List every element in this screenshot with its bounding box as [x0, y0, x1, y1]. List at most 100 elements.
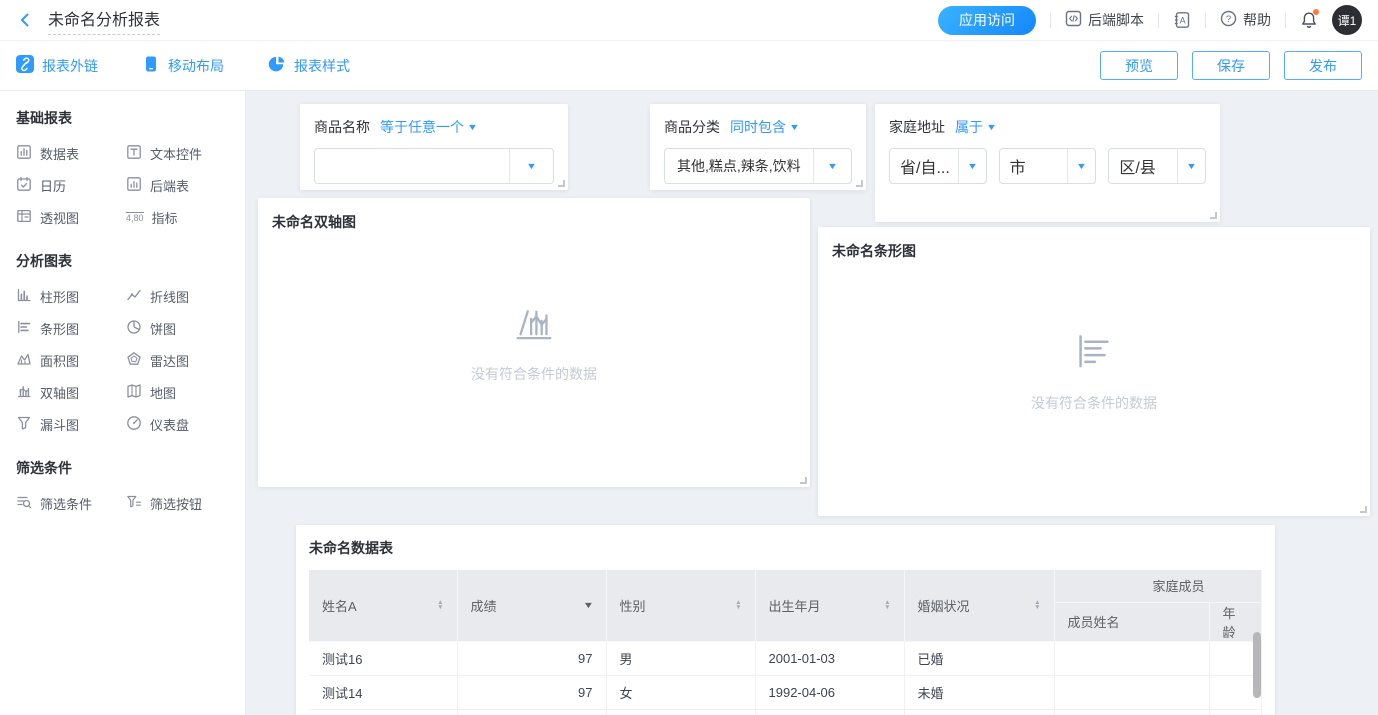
table-title: 未命名数据表 — [309, 538, 1262, 558]
chevron-down-icon: ▼ — [526, 161, 537, 171]
sidebar-item-map-chart[interactable]: 地图 — [126, 383, 235, 402]
chart-title: 未命名条形图 — [832, 241, 1356, 261]
publish-button[interactable]: 发布 — [1284, 51, 1362, 80]
divider — [1205, 13, 1206, 28]
sidebar-item-pivot[interactable]: 透视图 — [16, 208, 126, 227]
dual-axis-chart-widget[interactable]: 未命名双轴图 没有符合条件的数据 — [258, 198, 810, 487]
tab-mobile-layout[interactable]: 移动布局 — [142, 55, 224, 76]
sort-icon[interactable]: ▲▼ — [735, 600, 741, 610]
sidebar-item-filter-button[interactable]: 筛选按钮 — [126, 494, 235, 513]
report-title[interactable]: 未命名分析报表 — [48, 6, 160, 35]
sidebar-item-pie-chart[interactable]: 饼图 — [126, 319, 235, 338]
empty-text: 没有符合条件的数据 — [818, 392, 1370, 412]
filter-widget-product-category[interactable]: 商品分类 同时包含▼ 其他,糕点,辣条,饮料 ▼ — [650, 104, 866, 190]
sidebar-item-data-table[interactable]: 数据表 — [16, 144, 126, 163]
filter-widget-product-name[interactable]: 商品名称 等于任意一个▼ ▼ — [300, 104, 568, 190]
sidebar-item-funnel-chart[interactable]: 漏斗图 — [16, 415, 126, 434]
city-select[interactable]: 市 ▼ — [999, 148, 1097, 184]
mobile-layout-icon — [142, 55, 160, 76]
sort-icon[interactable]: ▲▼ — [884, 600, 890, 610]
preview-button[interactable]: 预览 — [1100, 51, 1178, 80]
avatar[interactable]: 谭1 — [1332, 5, 1362, 35]
chevron-down-icon: ▼ — [1076, 161, 1087, 171]
data-table-icon — [16, 144, 32, 163]
column-header-birth[interactable]: 出生年月▲▼ — [755, 570, 904, 641]
sidebar-item-line-chart[interactable]: 折线图 — [126, 287, 235, 306]
filter-label: 商品名称 — [314, 117, 370, 137]
funnel-chart-icon — [16, 415, 32, 434]
sidebar-item-gauge-chart[interactable]: 仪表盘 — [126, 415, 235, 434]
section-title-charts: 分析图表 — [16, 251, 235, 271]
filter-label: 商品分类 — [664, 117, 720, 137]
help-button[interactable]: ? 帮助 — [1220, 10, 1271, 30]
filter-condition-dropdown[interactable]: 等于任意一个▼ — [380, 117, 477, 137]
column-header-marital[interactable]: 婚姻状况▲▼ — [904, 570, 1054, 641]
product-name-select[interactable]: ▼ — [314, 148, 554, 184]
external-link-icon — [16, 55, 34, 76]
sidebar-item-area-chart[interactable]: 面积图 — [16, 351, 126, 370]
section-title-filters: 筛选条件 — [16, 458, 235, 478]
metric-icon: 4,80 — [126, 212, 144, 224]
contacts-icon[interactable]: A — [1173, 11, 1191, 29]
divider — [1158, 13, 1159, 28]
resize-handle[interactable] — [1210, 212, 1217, 219]
column-header-member-name[interactable]: 成员姓名 — [1054, 602, 1209, 641]
pivot-table-icon — [16, 208, 32, 227]
sidebar-item-filter-condition[interactable]: 筛选条件 — [16, 494, 126, 513]
svg-text:A: A — [1180, 15, 1186, 25]
sort-icon[interactable]: ▲▼ — [1034, 600, 1040, 610]
report-designer: 未命名分析报表 应用访问 后端脚本 A ? 帮助 — [0, 0, 1378, 715]
chevron-down-icon: ▼ — [467, 122, 478, 132]
radar-chart-icon — [126, 351, 142, 370]
product-category-select[interactable]: 其他,糕点,辣条,饮料 ▼ — [664, 148, 852, 184]
backend-script-button[interactable]: 后端脚本 — [1065, 10, 1144, 30]
sort-desc-icon[interactable]: ▼ — [582, 600, 594, 610]
save-button[interactable]: 保存 — [1192, 51, 1270, 80]
sidebar-item-text-widget[interactable]: 文本控件 — [126, 144, 235, 163]
gauge-chart-icon — [126, 415, 142, 434]
chart-title: 未命名双轴图 — [272, 212, 796, 232]
app-access-button[interactable]: 应用访问 — [938, 6, 1036, 35]
sidebar-item-bar-chart[interactable]: 条形图 — [16, 319, 126, 338]
filter-condition-dropdown[interactable]: 属于▼ — [955, 117, 996, 137]
resize-handle[interactable] — [1360, 506, 1367, 513]
notification-bell-icon[interactable] — [1300, 11, 1318, 29]
code-icon — [1065, 10, 1082, 30]
table-scrollbar[interactable] — [1253, 632, 1261, 698]
resize-handle[interactable] — [856, 180, 863, 187]
sidebar-item-metric[interactable]: 4,80 指标 — [126, 208, 235, 227]
sidebar-item-dual-axis-chart[interactable]: 双轴图 — [16, 383, 126, 402]
resize-handle[interactable] — [558, 180, 565, 187]
sidebar-item-calendar[interactable]: 日历 — [16, 176, 126, 195]
sort-icon[interactable]: ▲▼ — [437, 600, 443, 610]
resize-handle[interactable] — [800, 477, 807, 484]
district-select[interactable]: 区/县 ▼ — [1108, 148, 1206, 184]
sidebar-item-column-chart[interactable]: 柱形图 — [16, 287, 126, 306]
province-select[interactable]: 省/自... ▼ — [889, 148, 987, 184]
column-header-name[interactable]: 姓名A▲▼ — [309, 570, 457, 641]
column-chart-icon — [16, 287, 32, 306]
svg-text:?: ? — [1226, 14, 1231, 25]
chevron-down-icon: ▼ — [789, 122, 800, 132]
area-chart-icon — [16, 351, 32, 370]
filter-button-icon — [126, 494, 142, 513]
filter-widget-home-address[interactable]: 家庭地址 属于▼ 省/自... ▼ 市 ▼ 区/县 ▼ — [875, 104, 1220, 222]
column-header-score[interactable]: 成绩▼ — [457, 570, 606, 641]
filter-condition-dropdown[interactable]: 同时包含▼ — [730, 117, 799, 137]
empty-state: 没有符合条件的数据 — [818, 327, 1370, 412]
bar-chart-widget[interactable]: 未命名条形图 没有符合条件的数据 — [818, 227, 1370, 516]
column-header-gender[interactable]: 性别▲▼ — [606, 570, 755, 641]
data-table: 姓名A▲▼ 成绩▼ 性别▲▼ 出生年月▲▼ 婚姻状况▲▼ — [309, 570, 1262, 715]
text-widget-icon — [126, 144, 142, 163]
chevron-down-icon: ▼ — [986, 122, 997, 132]
pie-chart-icon — [126, 319, 142, 338]
tab-external-link[interactable]: 报表外链 — [16, 55, 98, 76]
section-title-basic: 基础报表 — [16, 108, 235, 128]
sidebar-item-radar-chart[interactable]: 雷达图 — [126, 351, 235, 370]
sidebar-item-backend-table[interactable]: 后端表 — [126, 176, 235, 195]
chevron-down-icon: ▼ — [967, 161, 978, 171]
data-table-widget[interactable]: 未命名数据表 姓名A▲▼ 成绩▼ 性别▲▼ — [296, 525, 1275, 715]
back-icon[interactable] — [16, 11, 34, 29]
filter-condition-icon — [16, 494, 32, 513]
tab-report-style[interactable]: 报表样式 — [268, 55, 350, 76]
